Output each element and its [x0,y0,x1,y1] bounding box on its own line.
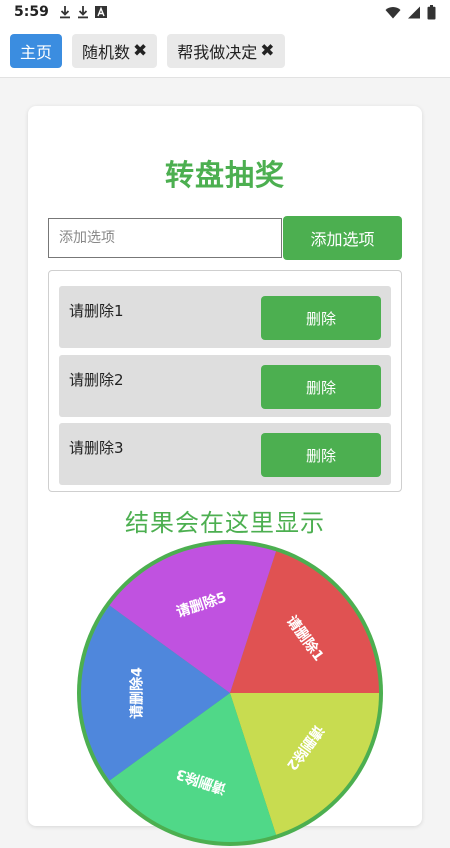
delete-button[interactable]: 删除 [261,433,381,477]
list-item-label: 请删除3 [69,439,124,457]
list-item-label: 请删除1 [69,302,124,320]
close-icon[interactable]: ✖ [133,41,147,61]
tabs-bar: 主页 随机数 ✖ 帮我做决定 ✖ [0,24,450,78]
tab-label: 随机数 [82,42,131,62]
page-title: 转盘抽奖 [164,158,285,192]
prize-wheel[interactable]: 请删除1请删除2请删除3请删除4请删除5 [75,538,385,848]
close-icon[interactable]: ✖ [260,41,274,61]
tab-random-number[interactable]: 随机数 ✖ [72,33,158,68]
result-text: 结果会在这里显示 [125,509,325,537]
delete-button[interactable]: 删除 [261,365,381,409]
delete-button[interactable]: 删除 [261,296,381,340]
font-icon [94,6,107,18]
status-bar: 5:59 [0,0,450,24]
download-icon [77,6,88,19]
battery-icon [427,4,436,19]
wheel-segment-label: 请删除4 [129,667,146,719]
tab-home[interactable]: 主页 [10,33,63,68]
add-option-input[interactable] [48,218,282,258]
tab-label: 主页 [20,42,53,62]
wifi-icon [385,6,401,19]
add-option-button[interactable]: 添加选项 [283,216,402,260]
options-list: 请删除1 删除 请删除2 删除 请删除3 删除 [48,270,402,492]
download-icon [59,6,70,19]
list-item: 请删除3 删除 [59,423,391,485]
tab-decide-for-me[interactable]: 帮我做决定 ✖ [167,33,285,68]
list-item: 请删除1 删除 [59,286,391,348]
status-time: 5:59 [14,4,49,20]
signal-icon [408,6,420,18]
list-item: 请删除2 删除 [59,355,391,417]
tab-label: 帮我做决定 [177,42,258,62]
list-item-label: 请删除2 [69,371,124,389]
